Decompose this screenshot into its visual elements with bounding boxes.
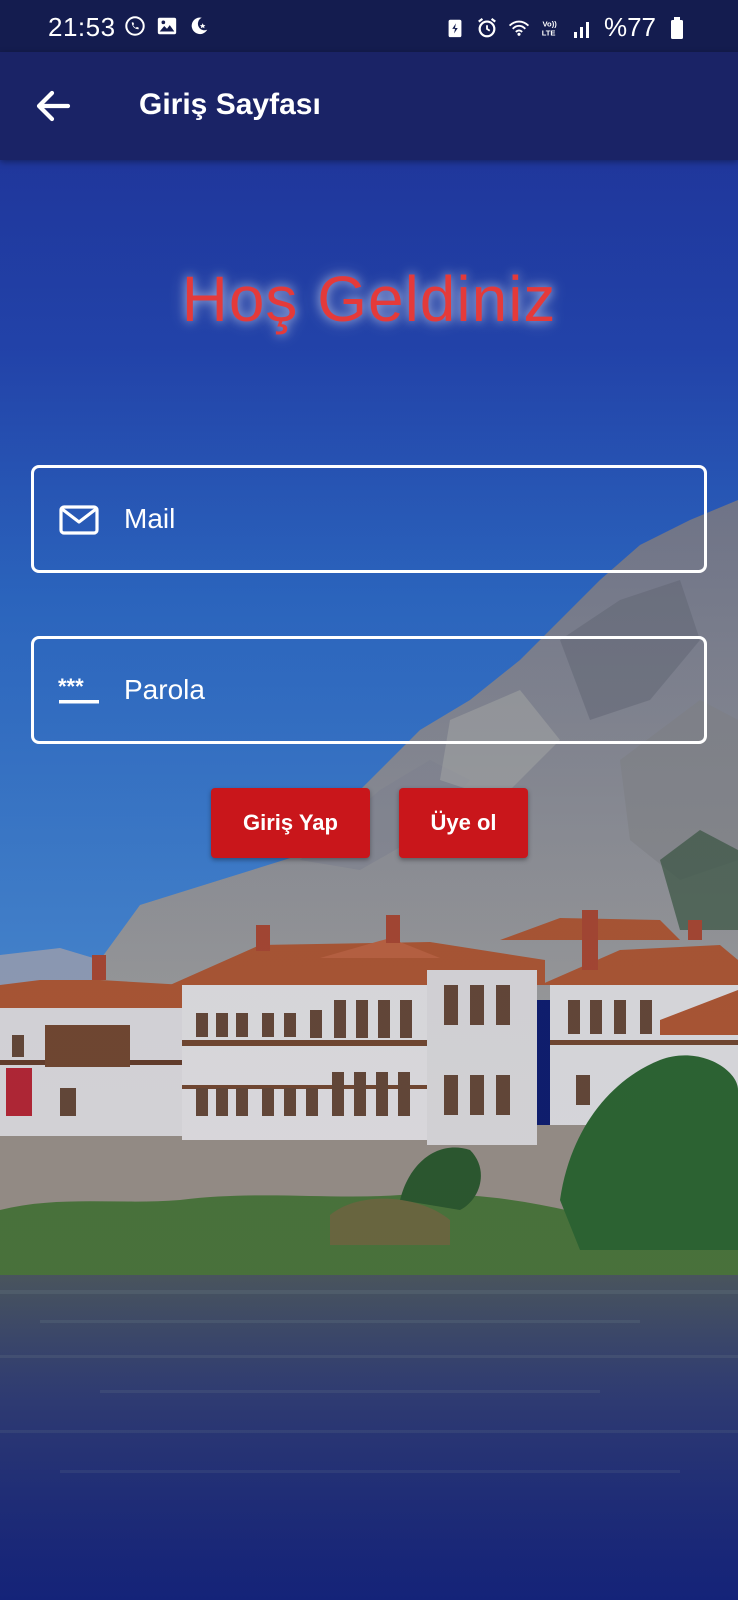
whatsapp-icon	[125, 16, 145, 36]
page-title: Giriş Sayfası	[139, 88, 321, 121]
password-input[interactable]	[124, 639, 684, 741]
volte-icon: Vo)) LTE	[542, 19, 558, 37]
password-icon: ***	[58, 674, 99, 704]
password-field[interactable]: ***	[31, 636, 707, 744]
gallery-icon	[157, 17, 177, 35]
status-bar: 21:53 Vo)) LTE %77	[0, 0, 738, 52]
email-field[interactable]	[31, 465, 707, 573]
signup-button[interactable]: Üye ol	[399, 788, 528, 858]
status-left-icons	[124, 14, 210, 38]
moon-icon	[191, 17, 208, 35]
status-time: 21:53	[48, 12, 116, 42]
wifi-icon	[508, 20, 530, 36]
battery-saver-icon	[448, 19, 462, 37]
app-bar: Giriş Sayfası	[0, 52, 738, 160]
alarm-icon	[478, 17, 496, 37]
svg-text:***: ***	[58, 674, 84, 699]
svg-text:LTE: LTE	[542, 28, 556, 37]
battery-percentage: %77	[603, 12, 656, 42]
arrow-left-icon[interactable]	[30, 82, 78, 130]
signal-icon	[573, 21, 589, 38]
svg-text:Vo)): Vo))	[542, 19, 557, 28]
welcome-heading: Hoş Geldiniz	[181, 263, 557, 335]
status-right-icons: Vo)) LTE %77	[444, 12, 688, 43]
email-input[interactable]	[124, 468, 684, 570]
login-button[interactable]: Giriş Yap	[211, 788, 370, 858]
battery-icon	[671, 16, 683, 39]
mail-icon	[59, 505, 99, 535]
